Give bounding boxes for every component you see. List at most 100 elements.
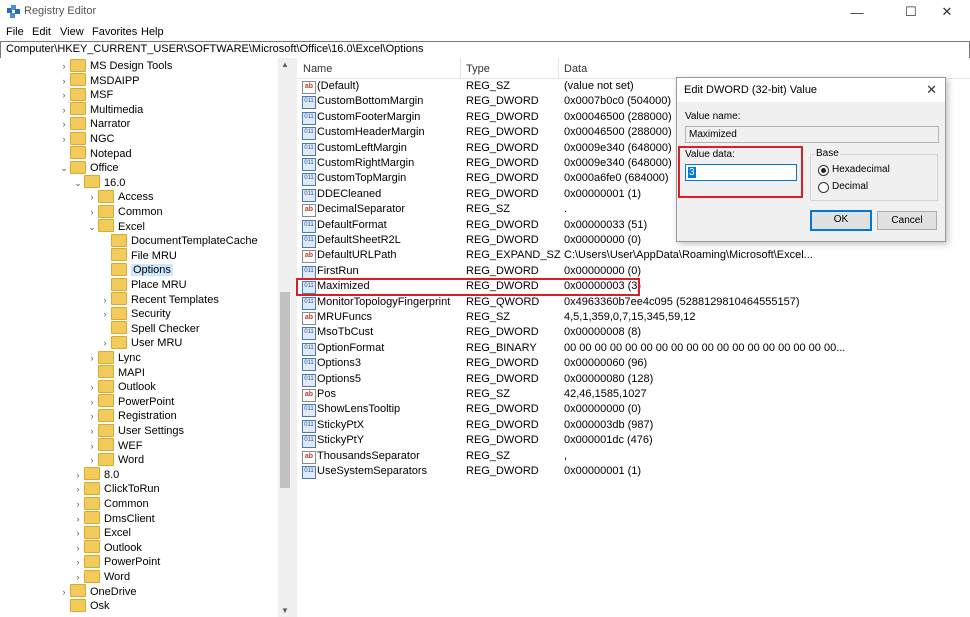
chevron-right-icon[interactable]: › bbox=[72, 482, 84, 496]
tree-item[interactable]: › MSDAIPP bbox=[58, 73, 140, 88]
tree-item[interactable]: › Lync bbox=[86, 350, 141, 365]
tree-item[interactable]: › Word bbox=[86, 452, 144, 467]
tree-item[interactable]: › Common bbox=[86, 204, 163, 219]
chevron-right-icon[interactable]: › bbox=[86, 395, 98, 409]
value-row[interactable]: 011 ShowLensTooltip REG_DWORD 0x00000000 (0… bbox=[297, 402, 970, 418]
tree-item[interactable]: › Access bbox=[86, 189, 153, 204]
chevron-right-icon[interactable]: › bbox=[58, 117, 70, 131]
tree-item[interactable]: › 8.0 bbox=[72, 467, 119, 482]
chevron-right-icon[interactable]: › bbox=[72, 526, 84, 540]
address-bar[interactable]: Computer\HKEY_CURRENT_USER\SOFTWARE\Micr… bbox=[0, 41, 970, 59]
tree-scrollbar[interactable]: ▲ ▼ bbox=[278, 58, 292, 617]
scrollbar-thumb[interactable] bbox=[280, 292, 290, 488]
chevron-right-icon[interactable]: › bbox=[58, 88, 70, 102]
tree-item[interactable]: › Security bbox=[99, 306, 171, 321]
value-row[interactable]: ab DefaultURLPath REG_EXPAND_SZ C:\Users\Us… bbox=[297, 248, 970, 264]
tree-item[interactable]: › Multimedia bbox=[58, 102, 143, 117]
tree-item[interactable]: › NGC bbox=[58, 131, 114, 146]
chevron-right-icon[interactable]: › bbox=[72, 570, 84, 584]
chevron-right-icon[interactable]: › bbox=[86, 409, 98, 423]
tree-item[interactable]: › Narrator bbox=[58, 116, 130, 131]
chevron-right-icon[interactable]: › bbox=[58, 103, 70, 117]
tree-item[interactable]: ⌄ Excel bbox=[86, 219, 145, 234]
value-row[interactable]: 011 Options5 REG_DWORD 0x00000080 (128) bbox=[297, 372, 970, 387]
chevron-down-icon[interactable]: ⌄ bbox=[58, 161, 70, 175]
minimize-button[interactable]: — bbox=[834, 0, 880, 24]
tree-item[interactable]: › DmsClient bbox=[72, 511, 155, 526]
hexadecimal-radio[interactable] bbox=[818, 165, 829, 176]
tree-item[interactable]: MAPI bbox=[86, 365, 145, 380]
tree-item[interactable]: › Outlook bbox=[86, 379, 156, 394]
tree-item[interactable]: ⌄ 16.0 bbox=[72, 175, 125, 190]
chevron-right-icon[interactable]: › bbox=[58, 59, 70, 73]
menu-edit[interactable]: Edit bbox=[32, 26, 51, 38]
tree-item[interactable]: › User Settings bbox=[86, 423, 184, 438]
column-name[interactable]: Name bbox=[303, 63, 332, 75]
chevron-right-icon[interactable]: › bbox=[72, 541, 84, 555]
chevron-right-icon[interactable]: › bbox=[58, 132, 70, 146]
tree-item[interactable]: Place MRU bbox=[99, 277, 187, 292]
decimal-label[interactable]: Decimal bbox=[832, 181, 868, 192]
menu-file[interactable]: File bbox=[6, 26, 24, 38]
tree-item[interactable]: Options bbox=[99, 262, 173, 277]
value-data-input[interactable]: 3 bbox=[685, 164, 797, 181]
chevron-right-icon[interactable]: › bbox=[86, 380, 98, 394]
value-row[interactable]: 011 MonitorTopologyFingerprint REG_QWORD 0x… bbox=[297, 295, 970, 310]
chevron-down-icon[interactable]: ⌄ bbox=[72, 176, 84, 190]
tree-item[interactable]: › PowerPoint bbox=[72, 554, 160, 569]
tree-item[interactable]: › Excel bbox=[72, 525, 131, 540]
tree-item[interactable]: › ClickToRun bbox=[72, 481, 160, 496]
chevron-right-icon[interactable]: › bbox=[99, 336, 111, 350]
ok-button[interactable]: OK bbox=[810, 210, 872, 231]
chevron-right-icon[interactable]: › bbox=[58, 74, 70, 88]
tree-item[interactable]: DocumentTemplateCache bbox=[99, 233, 258, 248]
value-row[interactable]: ab ThousandsSeparator REG_SZ, bbox=[297, 449, 970, 464]
chevron-right-icon[interactable]: › bbox=[72, 512, 84, 526]
column-data[interactable]: Data bbox=[564, 63, 587, 75]
value-row[interactable]: 011 StickyPtX REG_DWORD 0x000003db (987) bbox=[297, 418, 970, 433]
chevron-right-icon[interactable]: › bbox=[86, 439, 98, 453]
chevron-right-icon[interactable]: › bbox=[72, 555, 84, 569]
tree-item[interactable]: › MSF bbox=[58, 87, 113, 102]
chevron-right-icon[interactable]: › bbox=[99, 307, 111, 321]
column-divider[interactable] bbox=[460, 58, 461, 78]
tree-item[interactable]: › WEF bbox=[86, 438, 142, 453]
value-row[interactable]: 011 FirstRun REG_DWORD 0x00000000 (0) bbox=[297, 264, 970, 279]
tree-item[interactable]: › PowerPoint bbox=[86, 394, 174, 409]
value-row[interactable]: ab MRUFuncs REG_SZ 4,5,1,359,0,7,15,345,59,… bbox=[297, 310, 970, 325]
menu-help[interactable]: Help bbox=[141, 26, 164, 38]
tree-item[interactable]: › OneDrive bbox=[58, 584, 136, 599]
tree-item[interactable]: › User MRU bbox=[99, 335, 182, 350]
key-tree[interactable]: › MS Design Tools › MSDAIPP › MSF › Multimedia ›… bbox=[0, 58, 292, 617]
close-button[interactable]: ✕ bbox=[924, 0, 970, 24]
column-type[interactable]: Type bbox=[466, 63, 490, 75]
tree-item[interactable]: ⌄ Office bbox=[58, 160, 119, 175]
hexadecimal-label[interactable]: Hexadecimal bbox=[832, 164, 890, 175]
value-row[interactable]: 011 StickyPtY REG_DWORD 0x000001dc (476) bbox=[297, 433, 970, 449]
value-row[interactable]: 011 Options3 REG_DWORD 0x00000060 (96) bbox=[297, 356, 970, 372]
scroll-down-icon[interactable]: ▼ bbox=[281, 606, 289, 615]
value-row[interactable]: 011 UseSystemSeparators REG_DWORD 0x0000000… bbox=[297, 464, 970, 479]
tree-item[interactable]: › MS Design Tools bbox=[58, 58, 172, 73]
value-row[interactable]: 011 OptionFormat REG_BINARY 00 00 00 00 00 … bbox=[297, 341, 970, 356]
tree-item[interactable]: › Common bbox=[72, 496, 149, 511]
chevron-right-icon[interactable]: › bbox=[58, 585, 70, 599]
value-row[interactable]: 011 MsoTbCust REG_DWORD 0x00000008 (8) bbox=[297, 325, 970, 341]
chevron-right-icon[interactable]: › bbox=[86, 205, 98, 219]
tree-item[interactable]: Osk bbox=[58, 598, 110, 613]
tree-item[interactable]: › Outlook bbox=[72, 540, 142, 555]
chevron-right-icon[interactable]: › bbox=[72, 497, 84, 511]
dialog-close-icon[interactable]: ✕ bbox=[926, 82, 937, 98]
column-divider[interactable] bbox=[558, 58, 559, 78]
tree-item[interactable]: › Recent Templates bbox=[99, 292, 219, 307]
chevron-down-icon[interactable]: ⌄ bbox=[86, 220, 98, 234]
tree-item[interactable]: › Registration bbox=[86, 408, 177, 423]
tree-item[interactable]: Spell Checker bbox=[99, 321, 199, 336]
chevron-right-icon[interactable]: › bbox=[86, 190, 98, 204]
menu-favorites[interactable]: Favorites bbox=[92, 26, 137, 38]
chevron-right-icon[interactable]: › bbox=[86, 424, 98, 438]
chevron-right-icon[interactable]: › bbox=[86, 351, 98, 365]
menu-view[interactable]: View bbox=[60, 26, 84, 38]
tree-item[interactable]: Notepad bbox=[58, 146, 132, 161]
cancel-button[interactable]: Cancel bbox=[877, 211, 937, 230]
